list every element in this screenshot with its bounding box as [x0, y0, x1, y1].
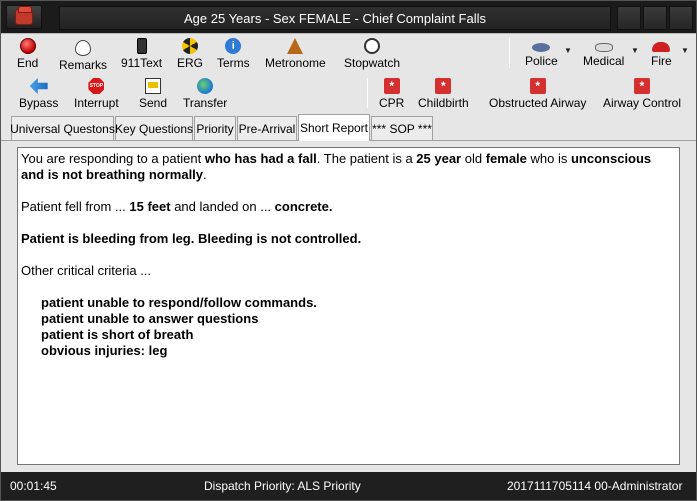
criteria-item: patient unable to respond/follow command… — [41, 295, 317, 310]
medical-cross-icon: * — [383, 78, 400, 94]
interrupt-label: Interrupt — [74, 96, 119, 110]
radiation-icon — [182, 38, 198, 54]
transfer-button[interactable]: Transfer — [183, 78, 227, 110]
title-bar: Age 25 Years - Sex FEMALE - Chief Compla… — [1, 1, 696, 33]
childbirth-button[interactable]: * Childbirth — [418, 78, 469, 110]
criteria-item: obvious injuries: leg — [41, 343, 168, 358]
medical-cross-icon: * — [529, 78, 546, 94]
fire-button[interactable]: Fire — [651, 38, 672, 68]
end-label: End — [17, 56, 39, 70]
tab-strip: Universal Questons Key Questions Priorit… — [1, 113, 696, 141]
report-summary: You are responding to a patient who has … — [21, 151, 652, 182]
stopwatch-label: Stopwatch — [344, 56, 401, 70]
case-number: 2017111705114 00-Administrator — [507, 479, 683, 493]
dispatch-priority: Dispatch Priority: ALS Priority — [204, 479, 361, 493]
obstructed-airway-button[interactable]: * Obstructed Airway — [489, 78, 586, 110]
window-title: Age 25 Years - Sex FEMALE - Chief Compla… — [59, 6, 611, 30]
medical-cross-icon: * — [634, 78, 651, 94]
report-other-criteria: Other critical criteria ... — [21, 263, 152, 278]
app-window: Age 25 Years - Sex FEMALE - Chief Compla… — [0, 0, 697, 501]
911text-label: 911Text — [121, 56, 163, 70]
send-icon — [145, 78, 162, 94]
minimize-button[interactable] — [617, 6, 641, 30]
metronome-button[interactable]: Metronome — [265, 38, 326, 70]
globe-icon — [197, 78, 214, 94]
remarks-button[interactable]: Remarks — [59, 38, 107, 72]
close-button[interactable] — [669, 6, 693, 30]
police-dropdown-arrow[interactable]: ▼ — [564, 46, 572, 55]
report-bleeding: Patient is bleeding from leg. Bleeding i… — [21, 231, 362, 246]
remarks-label: Remarks — [59, 58, 108, 72]
fire-dropdown-arrow[interactable]: ▼ — [681, 46, 689, 55]
police-hat-icon — [532, 43, 551, 52]
medical-button[interactable]: Medical — [583, 38, 624, 68]
airway-control-button[interactable]: * Airway Control — [603, 78, 681, 110]
short-report-text[interactable]: You are responding to a patient who has … — [17, 147, 680, 465]
arrow-icon — [29, 78, 48, 94]
erg-label: ERG — [177, 56, 204, 70]
medical-label: Medical — [583, 54, 625, 68]
bypass-button[interactable]: Bypass — [19, 78, 58, 110]
tab-universal-questions[interactable]: Universal Questons — [10, 116, 115, 140]
interrupt-button[interactable]: STOP Interrupt — [74, 78, 119, 110]
send-button[interactable]: Send — [139, 78, 167, 110]
tab-pre-arrival[interactable]: Pre-Arrival — [237, 116, 297, 140]
info-icon: i — [225, 38, 242, 54]
stop-sign-icon: STOP — [88, 78, 105, 94]
transfer-label: Transfer — [183, 96, 228, 110]
childbirth-label: Childbirth — [418, 96, 469, 110]
report-fall: Patient fell from ... 15 feet and landed… — [21, 199, 333, 214]
metronome-icon — [287, 38, 304, 54]
police-button[interactable]: Police — [525, 38, 558, 68]
send-label: Send — [139, 96, 168, 110]
toolbar-separator — [509, 38, 510, 68]
tab-panel: You are responding to a patient who has … — [1, 140, 696, 472]
cpr-button[interactable]: * CPR — [379, 78, 404, 110]
metronome-label: Metronome — [265, 56, 326, 70]
maximize-button[interactable] — [643, 6, 667, 30]
terms-label: Terms — [217, 56, 250, 70]
end-button[interactable]: End — [17, 38, 38, 70]
phone-icon[interactable] — [6, 5, 42, 29]
stopwatch-button[interactable]: Stopwatch — [344, 38, 400, 70]
elapsed-time: 00:01:45 — [10, 479, 57, 493]
bypass-label: Bypass — [19, 96, 59, 110]
cpr-label: CPR — [379, 96, 405, 110]
medical-cross-icon: * — [435, 78, 452, 94]
tab-key-questions[interactable]: Key Questions — [115, 116, 193, 140]
toolbar-separator — [367, 78, 368, 108]
criteria-item: patient unable to answer questions — [41, 311, 259, 326]
911text-button[interactable]: 911Text — [121, 38, 162, 70]
airway-control-label: Airway Control — [603, 96, 682, 110]
fire-helmet-icon — [652, 42, 671, 52]
criteria-item: patient is short of breath — [41, 327, 194, 342]
end-icon — [19, 38, 36, 54]
terms-button[interactable]: i Terms — [217, 38, 250, 70]
status-bar: 00:01:45 Dispatch Priority: ALS Priority… — [1, 472, 696, 500]
tab-sop[interactable]: *** SOP *** — [371, 116, 433, 140]
phone-icon — [136, 38, 147, 54]
police-label: Police — [525, 54, 558, 68]
medical-hat-icon — [594, 43, 613, 52]
tab-priority[interactable]: Priority — [194, 116, 236, 140]
obstructed-airway-label: Obstructed Airway — [489, 96, 587, 110]
speech-bubble-icon — [75, 40, 91, 56]
stopwatch-icon — [364, 38, 381, 54]
tab-short-report[interactable]: Short Report — [298, 114, 370, 141]
fire-label: Fire — [651, 54, 672, 68]
toolbar: End Remarks 911Text ERG i Terms Metronom… — [1, 33, 696, 113]
medical-dropdown-arrow[interactable]: ▼ — [631, 46, 639, 55]
erg-button[interactable]: ERG — [177, 38, 203, 70]
